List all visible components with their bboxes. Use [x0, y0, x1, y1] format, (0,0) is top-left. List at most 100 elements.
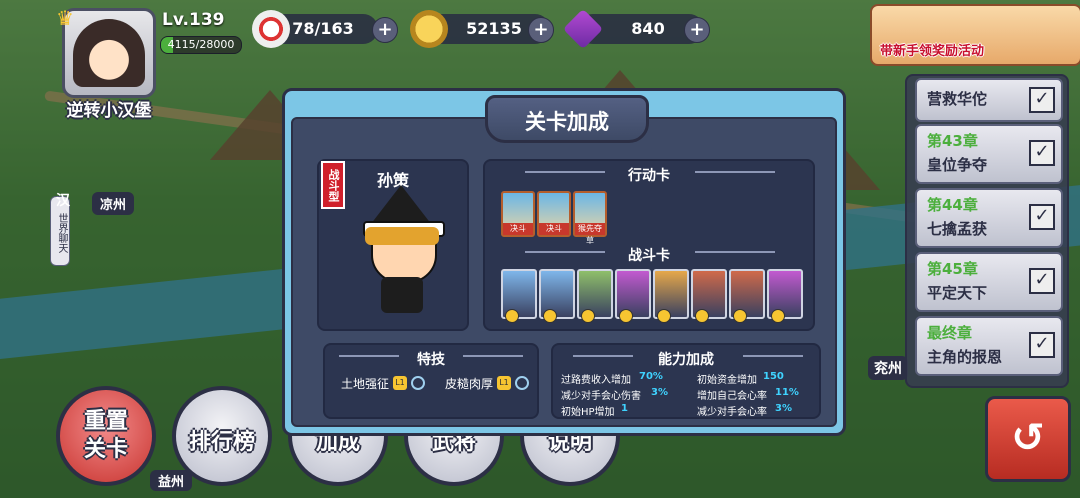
action-card[interactable]: 决斗	[501, 191, 535, 237]
checkmark-icon: ✓	[1029, 268, 1055, 294]
trait-level-icon: L1	[497, 376, 511, 390]
action-card[interactable]: 猴先夺草	[573, 191, 607, 245]
chapter-title-text: 营救华佗	[927, 90, 988, 108]
city-label-yizhou[interactable]: 益州	[150, 470, 193, 491]
add-gold-button[interactable]: +	[528, 17, 554, 43]
chapter-item[interactable]: 最终章 主角的报恩 ✓	[915, 316, 1063, 376]
reset-stage-button[interactable]: 重置 关卡	[56, 386, 156, 486]
back-button[interactable]: ↺	[985, 396, 1071, 482]
back-arrow-icon: ↺	[1011, 415, 1045, 461]
faction-label: 汉	[56, 193, 70, 209]
battle-card[interactable]	[653, 269, 689, 323]
dialog-title-tab: 关卡加成	[485, 95, 649, 143]
newbie-event-banner[interactable]: 带新手领奖励活动	[870, 4, 1080, 66]
add-stamina-button[interactable]: +	[372, 17, 398, 43]
battle-card[interactable]	[539, 269, 575, 323]
chapter-number: 第43章	[927, 132, 978, 150]
action-card-tag: 猴先夺草	[575, 223, 605, 245]
traits-panel: 特技 土地强征 L1 皮糙肉厚 L1	[323, 343, 539, 419]
dialog-body: 战斗型 孙策 行动卡 决斗 决斗 猴先夺草 战斗卡 特技 土地强征 L1 皮糙肉…	[291, 117, 837, 427]
ability-value: 11%	[775, 387, 799, 398]
ability-value: 70%	[639, 371, 663, 382]
card-cost-icon	[543, 309, 557, 323]
dice-icon	[252, 10, 290, 48]
chapter-item[interactable]: 第43章 皇位争夺 ✓	[915, 124, 1063, 184]
battle-card[interactable]	[691, 269, 727, 323]
avatar-portrait	[73, 19, 145, 87]
chapter-title: 皇位争夺	[927, 156, 988, 174]
ability-value: 3%	[775, 403, 792, 414]
action-card[interactable]: 决斗	[537, 191, 571, 237]
reset-label-2: 关卡	[83, 437, 128, 462]
exp-bar: 4115/28000	[160, 36, 242, 54]
battle-cards-header: 战斗卡	[628, 248, 670, 264]
reset-label-1: 重置	[83, 409, 128, 434]
magnifier-icon[interactable]	[515, 376, 529, 390]
action-cards-header: 行动卡	[628, 168, 670, 184]
traits-header: 特技	[417, 352, 445, 368]
ability-label: 减少对手会心伤害	[561, 391, 641, 402]
checkmark-icon: ✓	[1029, 204, 1055, 230]
ability-label: 增加自己会心率	[697, 391, 767, 402]
dialog-title: 关卡加成	[525, 110, 609, 134]
trait-level-icon: L1	[393, 376, 407, 390]
battle-card[interactable]	[767, 269, 803, 323]
battle-card[interactable]	[729, 269, 765, 323]
chapter-title: 平定天下	[927, 284, 988, 302]
battle-card[interactable]	[501, 269, 537, 323]
chapter-title: 七擒孟获	[927, 220, 988, 238]
add-diamond-button[interactable]: +	[684, 17, 710, 43]
action-card-tag: 决斗	[539, 223, 569, 235]
leaderboard-label: 排行榜	[188, 430, 255, 455]
cards-panel: 行动卡 决斗 决斗 猴先夺草 战斗卡	[483, 159, 815, 331]
character-body	[381, 277, 423, 313]
chapter-item[interactable]: 第45章 平定天下 ✓	[915, 252, 1063, 312]
chapter-item[interactable]: 第44章 七擒孟获 ✓	[915, 188, 1063, 248]
checkmark-icon: ✓	[1029, 332, 1055, 358]
card-cost-icon	[505, 309, 519, 323]
trait-item: 皮糙肉厚	[445, 377, 494, 391]
checkmark-icon: ✓	[1029, 87, 1055, 113]
trait-item: 土地强征	[341, 377, 390, 391]
abilities-panel: 能力加成 过路费收入增加 70% 减少对手会心伤害 3% 初始HP增加 1 初始…	[551, 343, 821, 419]
chapter-number: 第45章	[927, 260, 978, 278]
magnifier-icon[interactable]	[411, 376, 425, 390]
ability-label: 过路费收入增加	[561, 375, 631, 386]
event-text: 带新手领奖励活动	[880, 44, 985, 59]
card-cost-icon	[771, 309, 785, 323]
chapter-item[interactable]: 营救华佗 ✓	[915, 78, 1063, 122]
card-cost-icon	[619, 309, 633, 323]
crown-icon: ♛	[56, 6, 74, 30]
chapter-number: 最终章	[927, 324, 973, 342]
ability-label: 初始HP增加	[561, 407, 615, 418]
city-label-yanzhou[interactable]: 兖州	[868, 356, 908, 380]
exp-text: 4115/28000	[167, 38, 235, 51]
character-hair	[365, 227, 439, 245]
stage-bonus-dialog: 战斗型 孙策 行动卡 决斗 决斗 猴先夺草 战斗卡 特技 土地强征 L1 皮糙肉…	[282, 88, 846, 436]
player-avatar[interactable]	[62, 8, 156, 98]
chapter-title: 主角的报恩	[927, 348, 1003, 366]
city-label-liangzhou[interactable]: 凉州	[92, 192, 135, 215]
ability-label: 减少对手会心率	[697, 407, 767, 418]
card-cost-icon	[657, 309, 671, 323]
checkmark-icon: ✓	[1029, 140, 1055, 166]
gold-coin-icon	[410, 10, 448, 48]
player-level: Lv.139	[162, 10, 225, 30]
character-panel: 战斗型 孙策	[317, 159, 469, 331]
ability-label: 初始资金增加	[697, 375, 757, 386]
abilities-header: 能力加成	[658, 352, 714, 368]
leaderboard-button[interactable]: 排行榜	[172, 386, 272, 486]
ability-value: 3%	[651, 387, 668, 398]
ability-value: 1	[621, 403, 628, 414]
card-cost-icon	[733, 309, 747, 323]
battle-card[interactable]	[615, 269, 651, 323]
battle-card[interactable]	[577, 269, 613, 323]
chapter-list: 营救华佗 ✓ 第43章 皇位争夺 ✓ 第44章 七擒孟获 ✓ 第45章 平定天下…	[905, 74, 1069, 388]
card-cost-icon	[695, 309, 709, 323]
action-card-tag: 决斗	[503, 223, 533, 235]
ability-value: 150	[763, 371, 784, 382]
chapter-number: 第44章	[927, 196, 978, 214]
card-cost-icon	[581, 309, 595, 323]
chapter-title: 营救华佗	[927, 88, 987, 109]
player-name: 逆转小汉堡	[66, 101, 152, 121]
